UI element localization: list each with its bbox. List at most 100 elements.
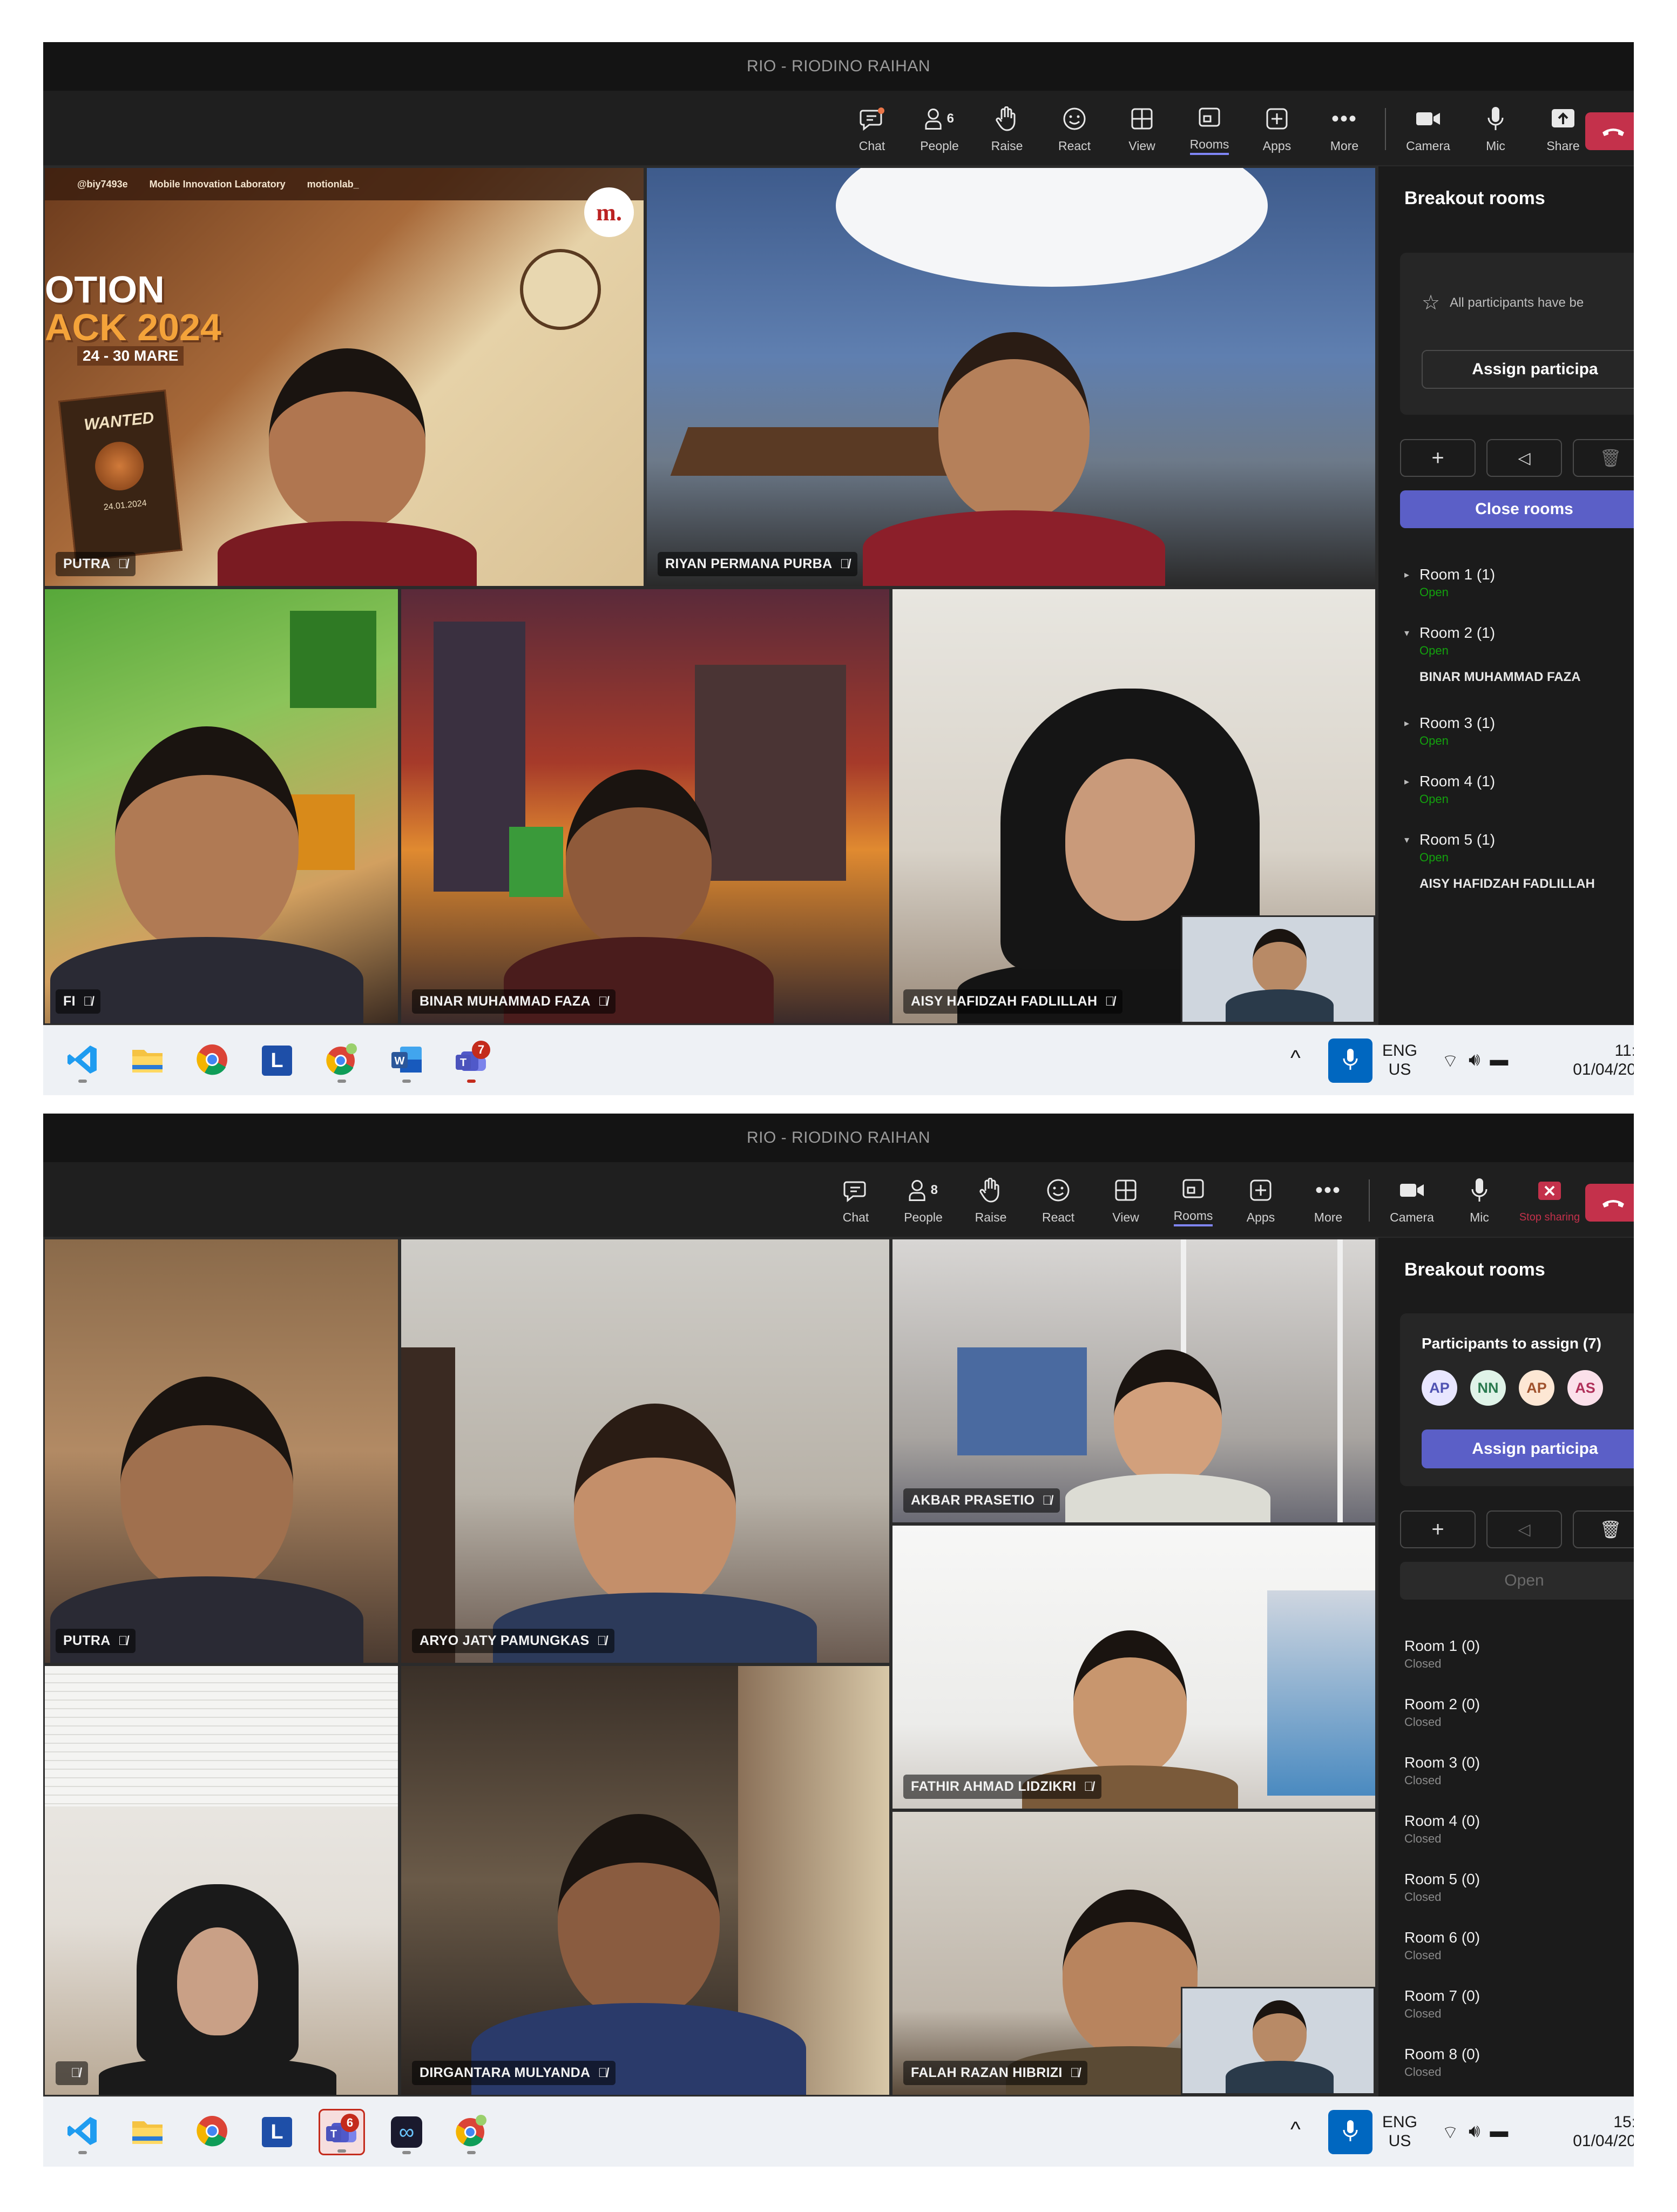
leave-button[interactable]	[1585, 1184, 1634, 1222]
video-tile[interactable]: AISY HAFIDZAH FADLILLAH 🎙̸	[891, 588, 1377, 1025]
delete-rooms-button[interactable]: 🗑	[1573, 1510, 1634, 1548]
language-indicator[interactable]: ENG US	[1382, 2113, 1417, 2150]
video-tile[interactable]: FALAH RAZAN HIBRIZI 🎙̸	[891, 1810, 1377, 2096]
vscode-app-button[interactable]	[59, 1037, 106, 1084]
view-button[interactable]: View	[1112, 96, 1172, 161]
launcher-app-button[interactable]: L	[254, 1037, 300, 1084]
language-indicator[interactable]: ENG US	[1382, 1042, 1417, 1079]
room-item[interactable]: ▾ Room 2 (1) Open BINAR MUHAMMAD FAZA	[1404, 624, 1631, 685]
avatar[interactable]: AS	[1567, 1370, 1603, 1406]
participant-name-label: ARYO JATY PAMUNGKAS 🎙̸	[412, 1629, 614, 1653]
close-rooms-button[interactable]: Close rooms	[1400, 490, 1634, 528]
room-item[interactable]: ▸ Room 1 (1) Open	[1404, 566, 1631, 599]
video-tile[interactable]: 🎙̸	[43, 1664, 400, 2096]
share-button[interactable]: Share	[1533, 96, 1593, 161]
mic-button[interactable]: Mic	[1466, 96, 1525, 161]
self-view-preview[interactable]	[1181, 1987, 1375, 2095]
rooms-button[interactable]: Rooms	[1180, 96, 1239, 161]
room-item[interactable]: Room 4 (0) Closed	[1404, 1812, 1631, 1846]
video-tile[interactable]: @biy7493e Mobile Innovation Laboratory m…	[43, 166, 645, 588]
video-tile[interactable]: FATHIR AHMAD LIDZIKRI 🎙̸	[891, 1524, 1377, 1810]
react-button[interactable]: React	[1045, 96, 1104, 161]
room-item[interactable]: Room 7 (0) Closed	[1404, 1987, 1631, 2021]
people-button[interactable]: 6 People	[910, 96, 969, 161]
mic-off-icon: 🎙̸	[598, 994, 608, 1009]
mic-in-use-button[interactable]	[1328, 1038, 1372, 1083]
breakout-rooms-icon	[1179, 1174, 1208, 1203]
chrome-profile-app-button[interactable]	[448, 2109, 495, 2155]
vscode-app-button[interactable]	[59, 2109, 106, 2155]
announce-button[interactable]: ◁	[1486, 1510, 1562, 1548]
video-tile[interactable]: RIYAN PERMANA PURBA 🎙̸	[645, 166, 1377, 588]
avatar[interactable]: AP	[1519, 1370, 1554, 1406]
teams-app-button[interactable]: T 7	[448, 1037, 495, 1084]
grid-view-icon	[1127, 104, 1157, 133]
file-explorer-app-button[interactable]	[124, 2109, 171, 2155]
room-item[interactable]: Room 5 (0) Closed	[1404, 1871, 1631, 1904]
mic-in-use-button[interactable]	[1328, 2110, 1372, 2154]
room-item[interactable]: ▾ Room 5 (1) Open AISY HAFIDZAH FADLILLAH	[1404, 831, 1631, 892]
more-button[interactable]: ••• More	[1315, 96, 1374, 161]
breakout-rooms-panel: Breakout rooms ☆ All participants have b…	[1377, 166, 1634, 1025]
room-item[interactable]: Room 6 (0) Closed	[1404, 1929, 1631, 1963]
system-tray-icons[interactable]: ⌔ 🔊︎ ▬	[1442, 2121, 1508, 2144]
video-tile[interactable]: PUTRA 🎙̸	[43, 1238, 400, 1664]
people-button[interactable]: 8 People	[894, 1168, 953, 1232]
clock[interactable]: 15: 01/04/20	[1560, 2113, 1634, 2150]
chevron-up-icon[interactable]: ^	[1290, 2117, 1301, 2142]
view-button[interactable]: View	[1096, 1168, 1155, 1232]
rooms-button[interactable]: Rooms	[1164, 1168, 1223, 1232]
word-icon: W	[390, 1044, 423, 1077]
raise-hand-button[interactable]: Raise	[961, 1168, 1020, 1232]
chrome-app-button[interactable]	[189, 1037, 235, 1084]
chat-button[interactable]: Chat	[842, 96, 902, 161]
assign-participants-button[interactable]: Assign participa	[1422, 1429, 1634, 1468]
video-tile[interactable]: DIRGANTARA MULYANDA 🎙̸	[400, 1664, 891, 2096]
camera-button[interactable]: Camera	[1382, 1168, 1442, 1232]
announce-button[interactable]: ◁	[1486, 439, 1562, 477]
room-item[interactable]: ▸ Room 4 (1) Open	[1404, 773, 1631, 806]
camera-button[interactable]: Camera	[1398, 96, 1458, 161]
apps-button[interactable]: Apps	[1247, 96, 1307, 161]
add-room-button[interactable]: +	[1400, 1510, 1476, 1548]
avatar[interactable]: AP	[1422, 1370, 1457, 1406]
trash-icon: 🗑	[1599, 1520, 1622, 1539]
clock[interactable]: 11: 01/04/20	[1560, 1042, 1634, 1079]
avatar[interactable]: NN	[1470, 1370, 1506, 1406]
room-item[interactable]: Room 8 (0) Closed	[1404, 2046, 1631, 2079]
video-tile[interactable]: FI 🎙̸	[43, 588, 400, 1025]
mic-button[interactable]: Mic	[1450, 1168, 1509, 1232]
file-explorer-app-button[interactable]	[124, 1037, 171, 1084]
launcher-app-button[interactable]: L	[254, 2109, 300, 2155]
room-item[interactable]: ▸ Room 3 (1) Open	[1404, 714, 1631, 748]
add-room-button[interactable]: +	[1400, 439, 1476, 477]
react-button[interactable]: React	[1029, 1168, 1088, 1232]
self-view-preview[interactable]	[1181, 915, 1375, 1023]
room-item[interactable]: Room 3 (0) Closed	[1404, 1754, 1631, 1788]
more-button[interactable]: ••• More	[1299, 1168, 1358, 1232]
video-tile[interactable]: ARYO JATY PAMUNGKAS 🎙̸	[400, 1238, 891, 1664]
compass-icon	[520, 249, 601, 330]
meeting-toolbar: Chat 8 People Raise React View Rooms App…	[43, 1162, 1634, 1238]
stop-sharing-button[interactable]: Stop sharing	[1517, 1168, 1582, 1232]
delete-rooms-button[interactable]: 🗑	[1573, 439, 1634, 477]
teams-app-button[interactable]: T 6	[319, 2109, 365, 2155]
room-item[interactable]: Room 1 (0) Closed	[1404, 1637, 1631, 1671]
mic-off-icon: 🎙̸	[83, 994, 93, 1009]
chat-button[interactable]: Chat	[826, 1168, 885, 1232]
room-status: Closed	[1404, 1773, 1442, 1787]
video-tile[interactable]: BINAR MUHAMMAD FAZA 🎙̸	[400, 588, 891, 1025]
chevron-up-icon[interactable]: ^	[1290, 1046, 1301, 1070]
system-tray-icons[interactable]: ⌔ 🔊︎ ▬	[1442, 1049, 1508, 1073]
chrome-app-button[interactable]	[189, 2109, 235, 2155]
open-rooms-button[interactable]: Open	[1400, 1562, 1634, 1600]
room-item[interactable]: Room 2 (0) Closed	[1404, 1696, 1631, 1729]
meeting-app-button[interactable]: ∞	[383, 2109, 430, 2155]
leave-button[interactable]	[1585, 112, 1634, 150]
assign-participants-button[interactable]: Assign participa	[1422, 350, 1634, 389]
word-app-button[interactable]: W	[383, 1037, 430, 1084]
apps-button[interactable]: Apps	[1231, 1168, 1290, 1232]
raise-hand-button[interactable]: Raise	[977, 96, 1037, 161]
chrome-profile-app-button[interactable]	[319, 1037, 365, 1084]
video-tile[interactable]: AKBAR PRASETIO 🎙̸	[891, 1238, 1377, 1524]
